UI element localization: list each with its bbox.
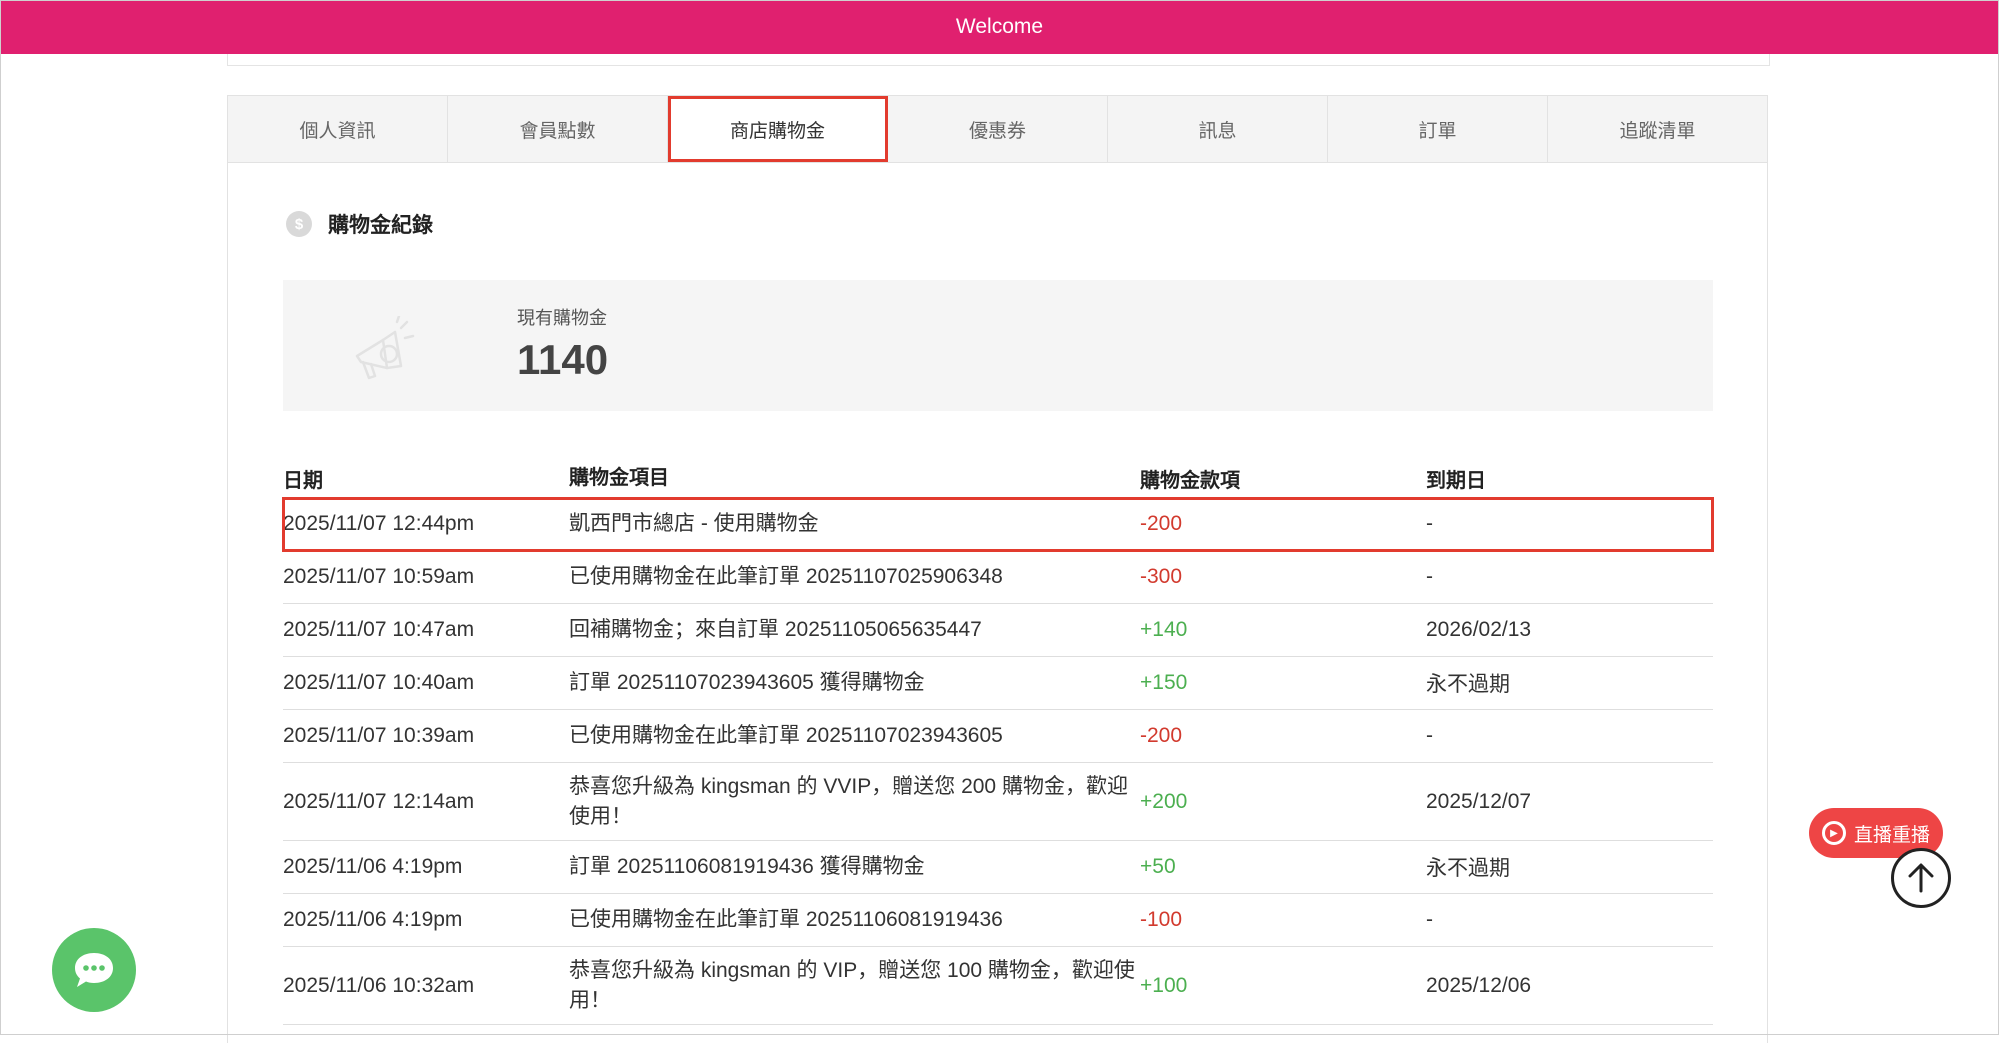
row-item: 已使用購物金在此筆訂單 20251107025906348 [569, 565, 1003, 588]
row-expiry: - [1426, 512, 1433, 535]
row-amount: -100 [1140, 908, 1183, 931]
back-to-top-button[interactable] [1891, 848, 1951, 908]
tab-coupons[interactable]: 優惠券 [888, 96, 1108, 162]
row-expiry: 永不過期 [1426, 673, 1510, 696]
tab-wishlist[interactable]: 追蹤清單 [1548, 96, 1767, 162]
row-date: 2025/11/06 4:19pm [283, 855, 463, 878]
balance-value: 1140 [517, 336, 609, 383]
tab-messages[interactable]: 訊息 [1108, 96, 1328, 162]
row-expiry: - [1426, 908, 1433, 931]
row-item: 凱西門市總店 - 使用購物金 [569, 512, 819, 535]
header-expiry: 到期日 [1426, 469, 1486, 492]
row-amount: -200 [1140, 512, 1183, 535]
live-replay-label: 直播重播 [1853, 824, 1930, 846]
row-amount: +200 [1140, 789, 1188, 813]
table-header: 日期 購物金項目 購物金款項 到期日 [283, 458, 1713, 498]
tab-store-credit[interactable]: 商店購物金 [668, 96, 888, 162]
row-date: 2025/11/07 12:44pm [283, 512, 475, 535]
row-item: 訂單 20251106081919436 獲得購物金 [569, 855, 925, 878]
row-date: 2025/11/07 10:47am [283, 618, 475, 641]
row-expiry: 2026/02/13 [1426, 618, 1532, 641]
credit-history-table: 日期 購物金項目 購物金款項 到期日 2025/11/07 12:44pm 凱西… [282, 458, 1714, 1025]
table-row: 2025/11/06 10:32am 恭喜您升級為 kingsman 的 VIP… [283, 947, 1713, 1025]
row-item: 已使用購物金在此筆訂單 20251106081919436 [569, 908, 1003, 931]
row-amount: -200 [1140, 724, 1183, 747]
row-date: 2025/11/07 10:40am [283, 671, 475, 694]
balance-label: 現有購物金 [517, 308, 607, 328]
table-row: 2025/11/07 10:39am 已使用購物金在此筆訂單 202511070… [283, 710, 1713, 763]
megaphone-icon [355, 316, 415, 380]
chat-button[interactable] [52, 928, 136, 1012]
table-row: 2025/11/07 12:44pm 凱西門市總店 - 使用購物金 -200 - [282, 497, 1714, 552]
account-tabs: 個人資訊 會員點數 商店購物金 優惠券 訊息 訂單 追蹤清單 [227, 95, 1768, 163]
row-expiry: 永不過期 [1426, 857, 1510, 880]
row-item: 恭喜您升級為 kingsman 的 VIP，贈送您 100 購物金，歡迎使用！ [569, 958, 1135, 1012]
table-row: 2025/11/07 10:47am 回補購物金；來自訂單 2025110506… [283, 604, 1713, 657]
table-row: 2025/11/07 12:14am 恭喜您升級為 kingsman 的 VVI… [283, 763, 1713, 841]
row-expiry: 2025/12/07 [1426, 789, 1532, 813]
top-welcome-bar: Welcome [0, 0, 1999, 54]
tab-personal-info[interactable]: 個人資訊 [228, 96, 448, 162]
table-row: 2025/11/07 10:40am 訂單 20251107023943605 … [283, 657, 1713, 710]
row-date: 2025/11/07 12:14am [283, 789, 475, 813]
upper-card-edge [227, 54, 1770, 66]
row-date: 2025/11/06 10:32am [283, 973, 475, 997]
row-amount: +100 [1140, 973, 1188, 997]
row-date: 2025/11/06 4:19pm [283, 908, 463, 931]
play-circle-icon: ▶ [1821, 821, 1846, 845]
table-row: 2025/11/07 10:59am 已使用購物金在此筆訂單 202511070… [283, 551, 1713, 604]
row-amount: +140 [1140, 618, 1188, 641]
row-item: 已使用購物金在此筆訂單 20251107023943605 [569, 724, 1003, 747]
section-title-text: 購物金紀錄 [328, 214, 433, 237]
tab-member-points[interactable]: 會員點數 [448, 96, 668, 162]
header-amount: 購物金款項 [1140, 469, 1240, 492]
row-item: 訂單 20251107023943605 獲得購物金 [569, 671, 925, 694]
section-title: $ 購物金紀錄 [286, 209, 433, 239]
row-expiry: - [1426, 724, 1433, 747]
row-date: 2025/11/07 10:39am [283, 724, 475, 747]
row-amount: -300 [1140, 565, 1183, 588]
row-expiry: - [1426, 565, 1433, 588]
chat-bubble-icon [75, 953, 113, 987]
balance-card: 現有購物金 1140 [283, 280, 1713, 411]
table-row: 2025/11/06 4:19pm 已使用購物金在此筆訂單 2025110608… [283, 894, 1713, 947]
header-item: 購物金項目 [569, 467, 669, 489]
welcome-text: Welcome [955, 15, 1044, 38]
dollar-coin-icon: $ [286, 211, 312, 237]
arrow-up-icon [1908, 863, 1934, 893]
tab-orders[interactable]: 訂單 [1328, 96, 1548, 162]
row-item: 回補購物金；來自訂單 20251105065635447 [569, 618, 982, 641]
row-date: 2025/11/07 10:59am [283, 565, 475, 588]
row-expiry: 2025/12/06 [1426, 973, 1532, 997]
row-amount: +50 [1140, 855, 1176, 878]
table-row: 2025/11/06 4:19pm 訂單 20251106081919436 獲… [283, 841, 1713, 894]
header-date: 日期 [283, 469, 323, 492]
row-amount: +150 [1140, 671, 1188, 694]
row-item: 恭喜您升級為 kingsman 的 VVIP，贈送您 200 購物金，歡迎使用！ [569, 774, 1128, 828]
